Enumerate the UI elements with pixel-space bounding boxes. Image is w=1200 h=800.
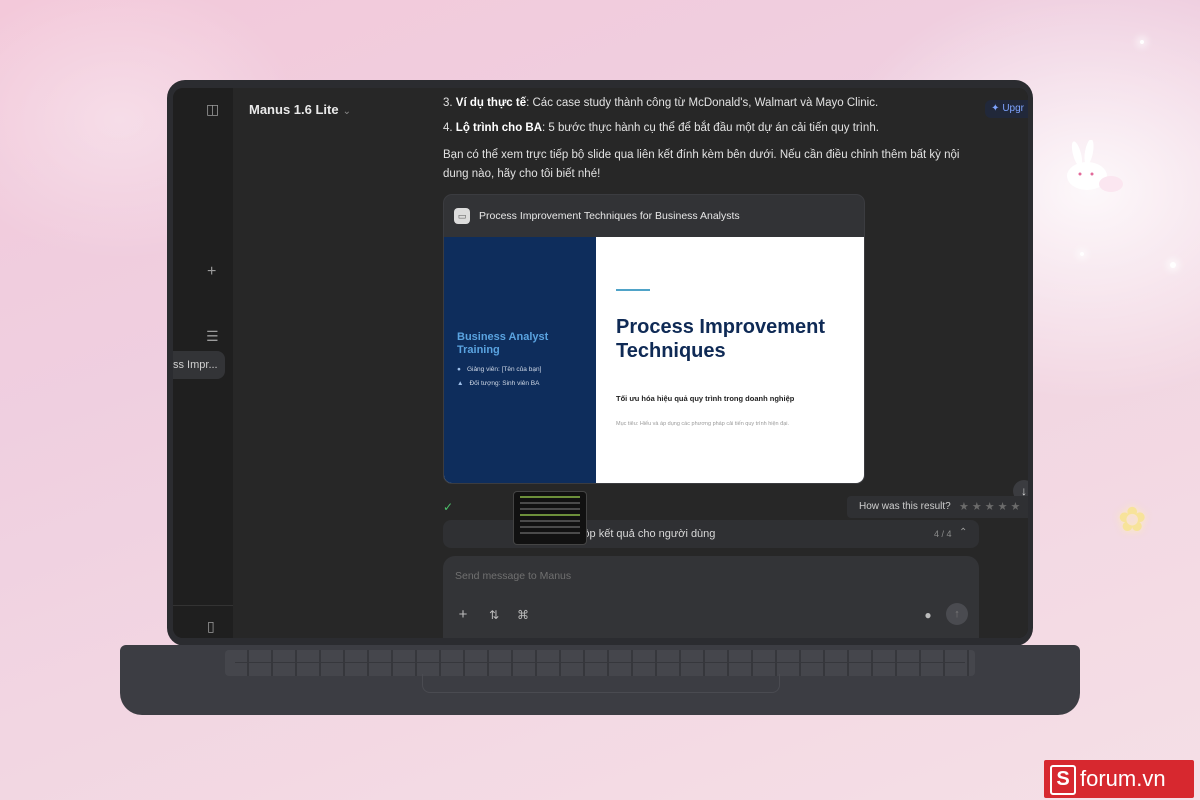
device-icon[interactable]: ▯ xyxy=(207,619,215,633)
slide-accent-line xyxy=(616,289,650,291)
watermark-text: forum.vn xyxy=(1080,766,1166,791)
slides-icon: ▭ xyxy=(454,208,470,224)
sparkle-icon: ✦ xyxy=(991,103,1000,114)
user-icon: ● xyxy=(457,366,461,373)
bunny-illustration xyxy=(1067,140,1123,192)
slide-left-title: Business Analyst Training xyxy=(457,331,549,356)
slide-preview[interactable]: Business Analyst Training ● Giảng viên: [… xyxy=(444,237,864,483)
puzzle-icon[interactable]: ⌘ xyxy=(513,605,533,625)
audience-text: Đối tượng: Sinh viên BA xyxy=(469,380,540,387)
list-item: 4. Lộ trình cho BA: 5 bước thực hành cụ … xyxy=(443,121,913,135)
trackpad xyxy=(422,674,780,693)
watermark-mark: S xyxy=(1050,765,1076,795)
slide-subtitle: Tối ưu hóa hiệu quả quy trình trong doan… xyxy=(616,394,795,403)
sidebar-item-task[interactable]: ss Impr... xyxy=(173,351,225,379)
flower-icon: ✿ xyxy=(1118,501,1147,539)
terminal-preview-thumbnail[interactable] xyxy=(513,491,587,545)
chevron-up-icon[interactable]: ⌃ xyxy=(959,527,967,538)
sidebar-divider xyxy=(173,605,233,606)
arrow-up-icon: ↑ xyxy=(954,608,960,620)
message-input[interactable]: Send message to Manus xyxy=(455,570,571,582)
model-label: Manus 1.6 Lite xyxy=(249,102,339,117)
rating-bar: How was this result? ★★★★★ xyxy=(847,496,1028,518)
sparkle xyxy=(1140,40,1144,44)
slide-instructor: ● Giảng viên: [Tên của bạn] xyxy=(457,366,541,373)
sparkle xyxy=(1170,262,1176,268)
list-item-text: : 5 bước thực hành cụ thể để bắt đầu một… xyxy=(542,122,879,134)
watermark-logo: S forum.vn xyxy=(1044,760,1194,798)
message-composer: Send message to Manus + ⇅ ⌘ ● ↑ xyxy=(443,556,979,638)
rating-stars[interactable]: ★★★★★ xyxy=(959,496,1023,518)
message-paragraph: Bạn có thể xem trực tiếp bộ slide qua li… xyxy=(443,149,960,180)
slide-attachment-card[interactable]: ▭ Process Improvement Techniques for Bus… xyxy=(443,194,865,484)
task-count: 4 / 4 xyxy=(934,529,952,539)
rating-label: How was this result? xyxy=(859,501,951,512)
card-header: ▭ Process Improvement Techniques for Bus… xyxy=(444,195,864,236)
model-selector[interactable]: Manus 1.6 Lite ⌄ xyxy=(249,102,351,117)
add-attachment-icon[interactable]: + xyxy=(453,605,473,625)
keyboard xyxy=(225,650,975,676)
sparkle xyxy=(1080,252,1084,256)
list-item-bold: Ví dụ thực tế xyxy=(455,97,527,109)
main-panel: Manus 1.6 Lite ⌄ ✦ Upgr 3. Ví dụ thực tế:… xyxy=(233,88,1028,638)
card-title: Process Improvement Techniques for Busin… xyxy=(479,210,740,222)
sidebar-toggle-icon[interactable]: ◫ xyxy=(206,102,219,116)
sidebar-item-label: ss Impr... xyxy=(173,359,218,371)
message-list: 3. Ví dụ thực tế: Các case study thành c… xyxy=(443,96,913,146)
instructor-text: Giảng viên: [Tên của bạn] xyxy=(466,366,542,373)
list-item-bold: Lộ trình cho BA xyxy=(455,122,543,134)
slide-left-panel: Business Analyst Training ● Giảng viên: [… xyxy=(444,237,596,483)
list-number: 3. xyxy=(443,97,453,109)
graduation-cap-icon: ▲ xyxy=(457,380,464,387)
list-number: 4. xyxy=(443,122,453,134)
upgrade-button[interactable]: ✦ Upgr xyxy=(985,100,1028,118)
new-task-icon[interactable]: + xyxy=(207,264,216,280)
list-item: 3. Ví dụ thực tế: Các case study thành c… xyxy=(443,96,913,110)
microphone-icon[interactable]: ● xyxy=(918,605,938,625)
upgrade-label: Upgr xyxy=(1002,103,1024,114)
send-button[interactable]: ↑ xyxy=(946,603,968,625)
slide-audience: ▲ Đối tượng: Sinh viên BA xyxy=(457,380,539,387)
check-icon: ✓ xyxy=(443,500,454,514)
keyboard-row xyxy=(235,662,965,663)
slide-goal: Mục tiêu: Hiểu và áp dụng các phương phá… xyxy=(616,421,790,427)
screen: ◫ + ☰ ss Impr... ▯ Manus 1.6 Lite ⌄ ✦ Upg… xyxy=(173,88,1028,638)
chevron-down-icon: ⌄ xyxy=(342,106,351,117)
filter-icon[interactable]: ☰ xyxy=(206,329,219,343)
connectors-icon[interactable]: ⇅ xyxy=(484,605,504,625)
sidebar: ◫ + ☰ ss Impr... ▯ xyxy=(173,88,233,638)
slide-main-title: Process Improvement Techniques xyxy=(616,316,825,362)
list-item-text: : Các case study thành công từ McDonald'… xyxy=(526,97,879,109)
